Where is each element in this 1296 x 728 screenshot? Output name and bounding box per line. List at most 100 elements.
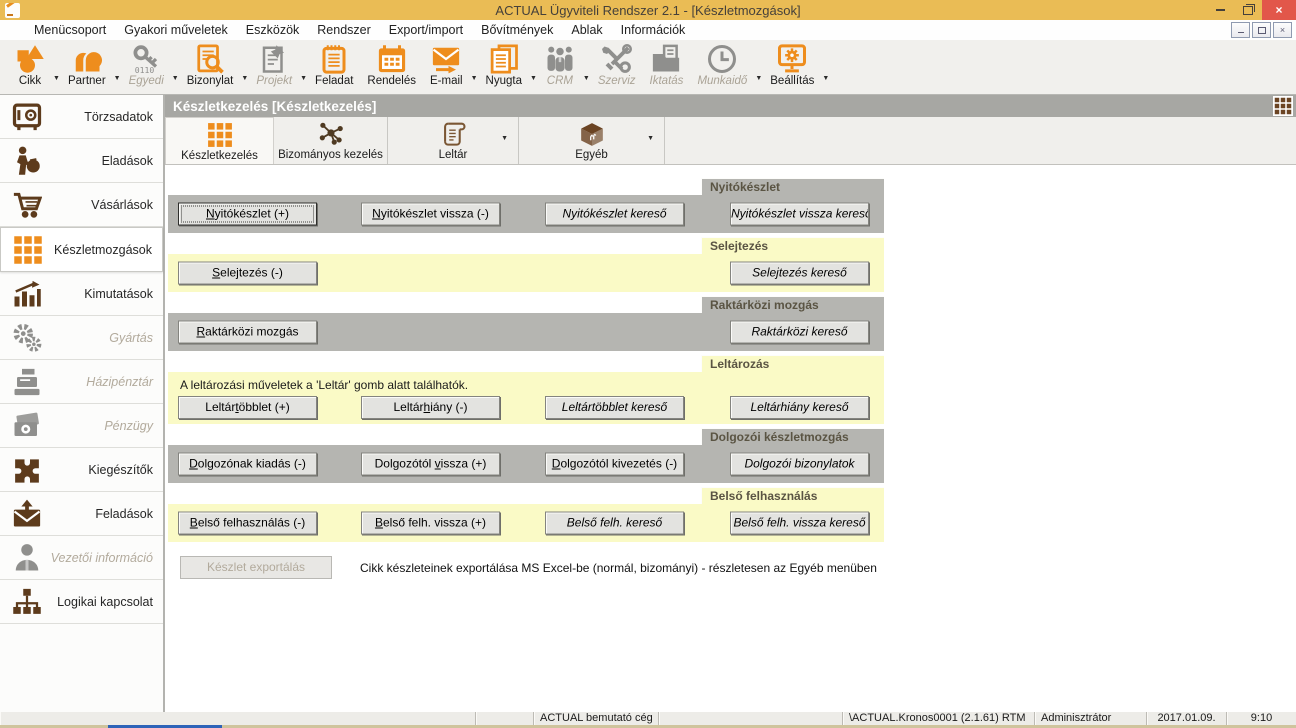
leltárhiány-kereső-button[interactable]: Leltárhiány kereső (730, 396, 869, 419)
section-title: Belső felhasználás (701, 487, 884, 504)
toolbar-partner-button[interactable]: Partner (61, 40, 113, 87)
selejtezés-button[interactable]: Selejtezés (-) (178, 262, 317, 285)
toolbar-label: Projekt (256, 75, 292, 87)
menu-bar: MenücsoportGyakori műveletekEszközökRend… (0, 20, 1296, 40)
toolbar-feladat-button[interactable]: Feladat (308, 40, 360, 87)
email-icon (431, 44, 461, 74)
toolbar-beállítás-dropdown-arrow-icon[interactable]: ▼ (821, 75, 830, 82)
tab-leltár[interactable]: Leltár▼ (388, 117, 519, 164)
toolbar-label: E-mail (430, 75, 463, 87)
sidebar-item-törzsadatok[interactable]: Törzsadatok (0, 95, 163, 139)
mdi-restore-button[interactable] (1252, 22, 1271, 38)
toolbar-partner-dropdown-arrow-icon[interactable]: ▼ (113, 75, 122, 82)
toolbar-projekt-dropdown-arrow-icon[interactable]: ▼ (299, 75, 308, 82)
grid-icon (207, 122, 233, 148)
menu-információk[interactable]: Információk (612, 23, 695, 37)
tab-bizományos-kezelés[interactable]: Bizományos kezelés (274, 117, 388, 164)
toolbar-cikk-dropdown-arrow-icon[interactable]: ▼ (52, 75, 61, 82)
task-notepad-icon (319, 44, 349, 74)
tab-dropdown-arrow-icon[interactable]: ▼ (647, 135, 654, 142)
sidebar-item-készletmozgások[interactable]: Készletmozgások (0, 227, 163, 272)
menu-eszközök[interactable]: Eszközök (237, 23, 309, 37)
sidebar-item-feladások[interactable]: Feladások (0, 492, 163, 536)
toolbar-label: Bizonylat (187, 75, 234, 87)
selejtezés-kereső-button[interactable]: Selejtezés kereső (730, 262, 869, 285)
status-empty-3 (659, 712, 843, 725)
leltártöbblet-button[interactable]: Leltártöbblet (+) (178, 396, 317, 419)
minimize-button[interactable] (1206, 0, 1234, 20)
tab-egyéb[interactable]: Egyéb▼ (519, 117, 665, 164)
toolbar-cikk-button[interactable]: Cikk (8, 40, 52, 87)
nyitókészlet-vissza-button[interactable]: Nyitókészlet vissza (-) (361, 203, 500, 226)
menu-ablak[interactable]: Ablak (562, 23, 611, 37)
toolbar-bizonylat-dropdown-arrow-icon[interactable]: ▼ (240, 75, 249, 82)
section-raktárközi-mozgás: Raktárközi mozgásRaktárközi mozgásRaktár… (168, 296, 884, 351)
box-icon (579, 121, 605, 147)
tab-dropdown-arrow-icon[interactable]: ▼ (501, 135, 508, 142)
mdi-minimize-button[interactable] (1231, 22, 1250, 38)
section-band: Dolgozónak kiadás (-) Dolgozótól vissza (… (168, 445, 884, 483)
toolbar-egyedi-dropdown-arrow-icon[interactable]: ▼ (171, 75, 180, 82)
menu-grid-icon[interactable] (7, 23, 21, 37)
grid-icon[interactable] (1273, 96, 1293, 116)
raktárközi-mozgás-button[interactable]: Raktárközi mozgás (178, 321, 317, 344)
toolbar-e-mail-dropdown-arrow-icon[interactable]: ▼ (470, 75, 479, 82)
toolbar-e-mail-button[interactable]: E-mail (423, 40, 470, 87)
order-calendar-icon (377, 44, 407, 74)
menu-export-import[interactable]: Export/import (380, 23, 472, 37)
nyitókészlet-button[interactable]: Nyitókészlet (+) (178, 203, 317, 226)
belső-felh-kereső-button[interactable]: Belső felh. kereső (545, 512, 684, 535)
section-selejtezés: SelejtezésSelejtezés (-)Selejtezés keres… (168, 237, 884, 292)
belső-felh-vissza-kereső-button[interactable]: Belső felh. vissza kereső (730, 512, 869, 535)
sidebar-item-pénzügy: Pénzügy (0, 404, 163, 448)
toolbar-rendelés-button[interactable]: Rendelés (360, 40, 423, 87)
menu-menücsoport[interactable]: Menücsoport (25, 23, 115, 37)
sidebar-item-kimutatások[interactable]: Kimutatások (0, 272, 163, 316)
svg-text:0110: 0110 (135, 65, 155, 74)
sidebar-item-label: Eladások (42, 154, 153, 168)
close-button[interactable]: × (1262, 0, 1296, 20)
belső-felhasználás-button[interactable]: Belső felhasználás (-) (178, 512, 317, 535)
article-shapes-icon (15, 44, 45, 74)
sidebar-item-eladások[interactable]: Eladások (0, 139, 163, 183)
dolgozótól-vissza-button[interactable]: Dolgozótól vissza (+) (361, 453, 500, 476)
restore-button[interactable] (1234, 0, 1262, 20)
raktárközi-kereső-button[interactable]: Raktárközi kereső (730, 321, 869, 344)
leltártöbblet-kereső-button[interactable]: Leltártöbblet kereső (545, 396, 684, 419)
sidebar-item-vásárlások[interactable]: Vásárlások (0, 183, 163, 227)
grid-icon (13, 235, 43, 265)
tab-készletkezelés[interactable]: Készletkezelés (165, 117, 274, 164)
content-body: NyitókészletNyitókészlet (+)Nyitókészlet… (165, 165, 1296, 712)
dolgozónak-kiadás-button[interactable]: Dolgozónak kiadás (-) (178, 453, 317, 476)
belső-felh-vissza-button[interactable]: Belső felh. vissza (+) (361, 512, 500, 535)
worktime-clock-icon (707, 44, 737, 74)
dolgozói-bizonylatok-button[interactable]: Dolgozói bizonylatok (730, 453, 869, 476)
toolbar-egyedi-button: 0110Egyedi (122, 40, 171, 87)
nyitókészlet-vissza-kereső-button[interactable]: Nyitókészlet vissza kereső (730, 203, 869, 226)
toolbar-nyugta-dropdown-arrow-icon[interactable]: ▼ (529, 75, 538, 82)
cart-icon (12, 190, 42, 220)
toolbar-crm-dropdown-arrow-icon[interactable]: ▼ (582, 75, 591, 82)
menu-rendszer[interactable]: Rendszer (308, 23, 380, 37)
menu-bővítmények[interactable]: Bővítmények (472, 23, 562, 37)
leltárhiány-button[interactable]: Leltárhiány (-) (361, 396, 500, 419)
dolgozótól-kivezetés-button[interactable]: Dolgozótól kivezetés (-) (545, 453, 684, 476)
toolbar-bizonylat-button[interactable]: Bizonylat (180, 40, 241, 87)
mdi-close-button[interactable]: × (1273, 22, 1292, 38)
section-title: Leltározás (701, 355, 884, 372)
toolbar-label: Szerviz (598, 75, 636, 87)
stock-export-button: Készlet exportálás (180, 556, 332, 579)
toolbar-beállítás-button[interactable]: Beállítás (763, 40, 821, 87)
service-tools-icon (602, 44, 632, 74)
toolbar-nyugta-button[interactable]: Nyugta (479, 40, 529, 87)
sidebar-item-logikai-kapcsolat[interactable]: Logikai kapcsolat (0, 580, 163, 624)
sidebar-item-kiegészítők[interactable]: Kiegészítők (0, 448, 163, 492)
project-pin-icon (259, 44, 289, 74)
menu-gyakori-műveletek[interactable]: Gyakori műveletek (115, 23, 237, 37)
nyitókészlet-kereső-button[interactable]: Nyitókészlet kereső (545, 203, 684, 226)
toolbar-munkaidő-dropdown-arrow-icon[interactable]: ▼ (754, 75, 763, 82)
sidebar-item-label: Házipénztár (42, 375, 153, 389)
sidebar-item-gyártás: Gyártás (0, 316, 163, 360)
page-title: Készletkezelés [Készletkezelés] (165, 99, 1273, 114)
sidebar-item-label: Kimutatások (42, 287, 153, 301)
